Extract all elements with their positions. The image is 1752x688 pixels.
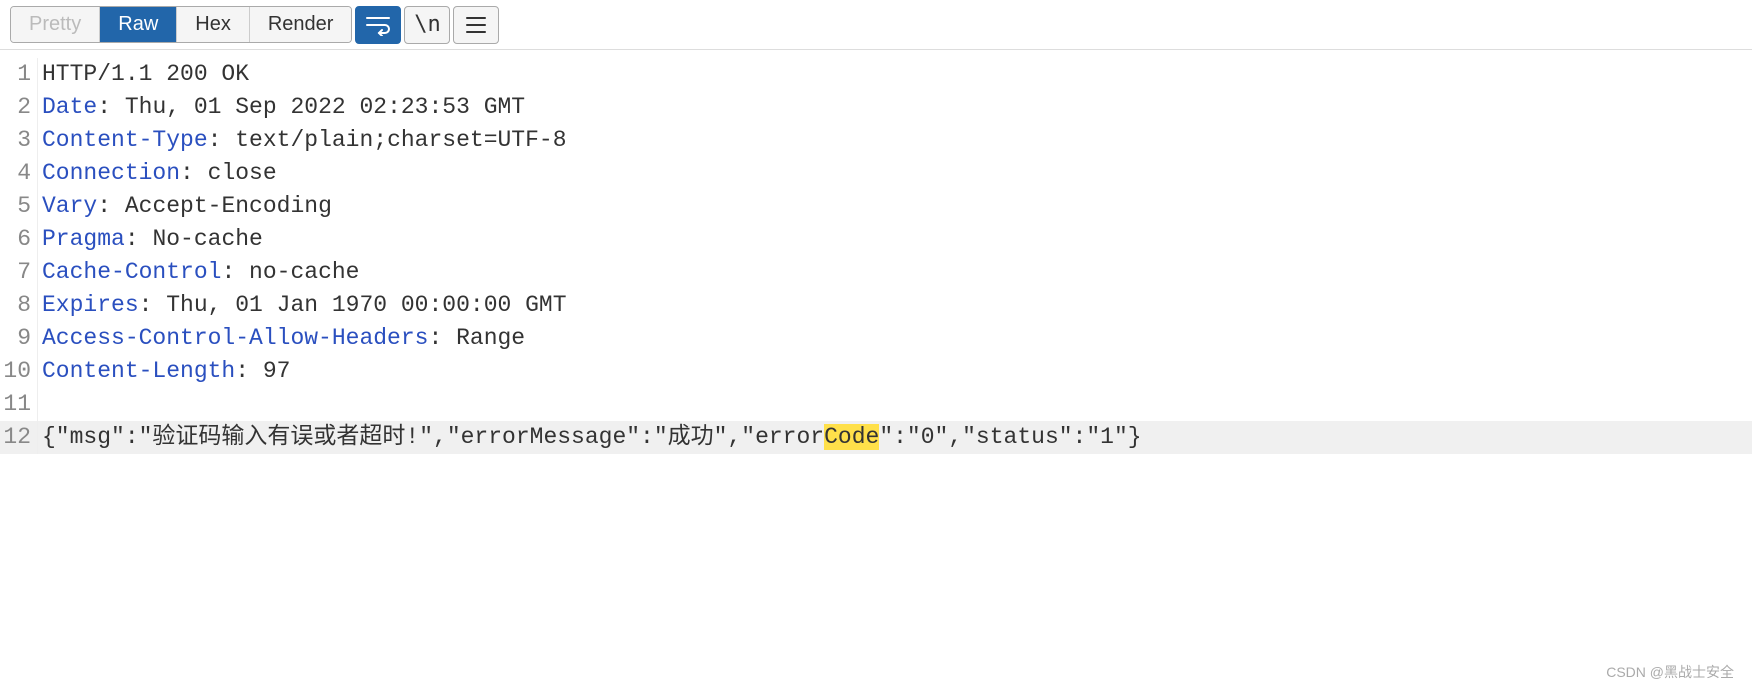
header-name: Date [42, 94, 97, 120]
header-name: Content-Type [42, 127, 208, 153]
code-line: 9 Access-Control-Allow-Headers: Range [0, 322, 1752, 355]
header-value: Thu, 01 Jan 1970 00:00:00 GMT [152, 292, 566, 318]
header-name: Connection [42, 160, 180, 186]
header-value: No-cache [139, 226, 263, 252]
line-number: 2 [0, 91, 38, 124]
header-sep: : [221, 259, 235, 285]
body-text-post: ":"0","status":"1"} [879, 424, 1141, 450]
code-line: 2 Date: Thu, 01 Sep 2022 02:23:53 GMT [0, 91, 1752, 124]
header-name: Expires [42, 292, 139, 318]
hamburger-icon [465, 16, 487, 34]
show-nonprintable-button[interactable]: \n [404, 6, 450, 44]
header-name: Access-Control-Allow-Headers [42, 325, 428, 351]
header-sep: : [180, 160, 194, 186]
header-line: Content-Type: text/plain;charset=UTF-8 [38, 124, 567, 157]
line-number: 7 [0, 256, 38, 289]
code-line: 8 Expires: Thu, 01 Jan 1970 00:00:00 GMT [0, 289, 1752, 322]
line-number: 8 [0, 289, 38, 322]
header-name: Content-Length [42, 358, 235, 384]
code-line: 4 Connection: close [0, 157, 1752, 190]
header-name: Vary [42, 193, 97, 219]
header-value: Accept-Encoding [111, 193, 332, 219]
code-line: 11 [0, 388, 1752, 421]
wrap-toggle-button[interactable] [355, 6, 401, 44]
response-body: {"msg":"验证码输入有误或者超时!","errorMessage":"成功… [38, 421, 1142, 454]
tab-raw[interactable]: Raw [100, 7, 177, 42]
watermark-text: CSDN @黑战士安全 [1606, 662, 1734, 682]
header-sep: : [125, 226, 139, 252]
view-toolbar: Pretty Raw Hex Render \n [0, 0, 1752, 50]
response-editor[interactable]: 1 HTTP/1.1 200 OK 2 Date: Thu, 01 Sep 20… [0, 50, 1752, 454]
header-sep: : [97, 94, 111, 120]
tab-render[interactable]: Render [250, 7, 352, 42]
header-line: Connection: close [38, 157, 277, 190]
header-value: text/plain;charset=UTF-8 [221, 127, 566, 153]
header-line: Vary: Accept-Encoding [38, 190, 332, 223]
code-line: 7 Cache-Control: no-cache [0, 256, 1752, 289]
line-number: 12 [0, 421, 38, 454]
code-line: 12 {"msg":"验证码输入有误或者超时!","errorMessage":… [0, 421, 1752, 454]
code-line: 3 Content-Type: text/plain;charset=UTF-8 [0, 124, 1752, 157]
header-value: Thu, 01 Sep 2022 02:23:53 GMT [111, 94, 525, 120]
header-sep: : [97, 193, 111, 219]
line-number: 9 [0, 322, 38, 355]
header-line: Access-Control-Allow-Headers: Range [38, 322, 525, 355]
search-match: Code [824, 424, 879, 450]
header-value: no-cache [235, 259, 359, 285]
header-value: 97 [249, 358, 290, 384]
header-value: close [194, 160, 277, 186]
code-line: 10 Content-Length: 97 [0, 355, 1752, 388]
line-number: 6 [0, 223, 38, 256]
header-sep: : [139, 292, 153, 318]
code-line: 1 HTTP/1.1 200 OK [0, 58, 1752, 91]
header-sep: : [428, 325, 442, 351]
header-name: Cache-Control [42, 259, 221, 285]
tab-hex[interactable]: Hex [177, 7, 250, 42]
wrap-icon [365, 14, 391, 36]
header-name: Pragma [42, 226, 125, 252]
line-number: 4 [0, 157, 38, 190]
header-value: Range [442, 325, 525, 351]
line-number: 11 [0, 388, 38, 421]
blank-line [38, 388, 42, 421]
header-line: Cache-Control: no-cache [38, 256, 359, 289]
status-line: HTTP/1.1 200 OK [38, 58, 249, 91]
newline-icon: \n [414, 12, 441, 37]
header-line: Expires: Thu, 01 Jan 1970 00:00:00 GMT [38, 289, 567, 322]
header-sep: : [235, 358, 249, 384]
line-number: 10 [0, 355, 38, 388]
line-number: 5 [0, 190, 38, 223]
tab-pretty[interactable]: Pretty [11, 7, 100, 42]
header-line: Date: Thu, 01 Sep 2022 02:23:53 GMT [38, 91, 525, 124]
view-tab-group: Pretty Raw Hex Render [10, 6, 352, 43]
line-number: 1 [0, 58, 38, 91]
code-line: 6 Pragma: No-cache [0, 223, 1752, 256]
header-sep: : [208, 127, 222, 153]
menu-button[interactable] [453, 6, 499, 44]
header-line: Content-Length: 97 [38, 355, 290, 388]
line-number: 3 [0, 124, 38, 157]
header-line: Pragma: No-cache [38, 223, 263, 256]
code-line: 5 Vary: Accept-Encoding [0, 190, 1752, 223]
body-text-pre: {"msg":"验证码输入有误或者超时!","errorMessage":"成功… [42, 424, 824, 450]
